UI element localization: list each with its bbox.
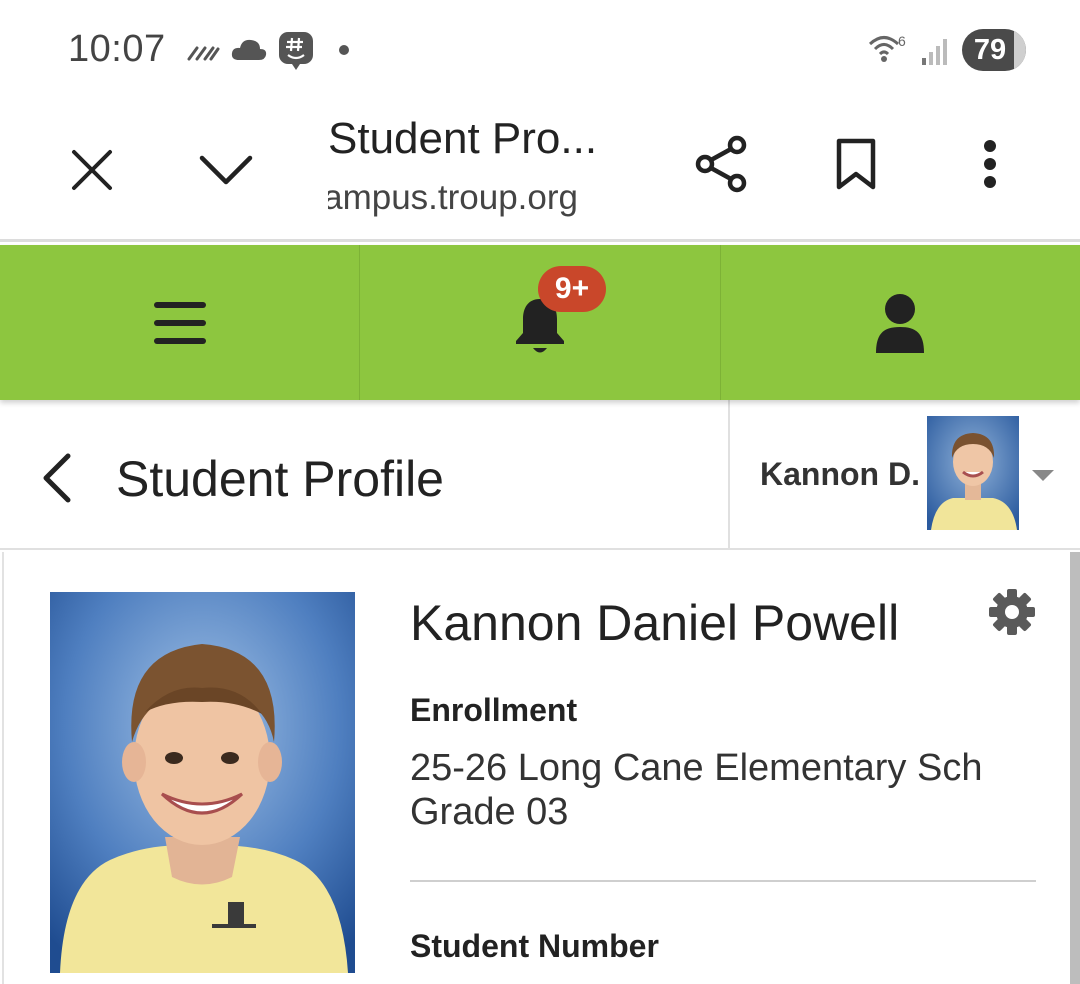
share-button[interactable] (690, 132, 754, 196)
more-options-button[interactable] (958, 132, 1022, 196)
selected-student-name: Kannon D. (760, 456, 920, 492)
share-icon (695, 135, 747, 193)
enrollment-grade: Grade 03 (410, 791, 569, 833)
bookmark-button[interactable] (824, 132, 888, 196)
student-selector[interactable]: Kannon D. (728, 400, 1080, 550)
page-tab-title: Student Pro... (328, 114, 598, 163)
account-button[interactable] (719, 245, 1080, 400)
gear-icon (989, 589, 1035, 635)
data-traffic-icon (187, 46, 220, 61)
cloud-icon (231, 39, 267, 60)
groupme-icon (279, 32, 313, 70)
chevron-down-icon (199, 155, 253, 185)
minimize-tab-button[interactable] (192, 138, 260, 202)
menu-icon (153, 301, 206, 344)
battery-level: 79 (973, 34, 1007, 66)
wifi-icon: 6 (868, 33, 906, 62)
bookmark-icon (836, 138, 876, 190)
section-divider (410, 880, 1036, 882)
battery-icon: 79 (962, 29, 1026, 71)
enrollment-school: 25-26 Long Cane Elementary Sch (410, 747, 983, 789)
status-time: 10:07 (68, 28, 166, 70)
menu-button[interactable] (0, 245, 359, 400)
notification-badge: 9+ (538, 266, 606, 312)
browser-toolbar: Student Pro... campus.troup.org (0, 100, 1080, 242)
page-header: Student Profile Kannon D. (0, 400, 1080, 550)
student-number-label: Student Number (410, 928, 659, 964)
student-profile-card: Kannon Daniel Powell Enrollment 25-26 Lo… (2, 552, 1072, 984)
close-icon (72, 150, 112, 190)
student-thumbnail (927, 416, 1019, 530)
close-tab-button[interactable] (60, 138, 124, 202)
signal-icon (922, 39, 947, 65)
profile-settings-button[interactable] (988, 588, 1036, 636)
chevron-left-icon (43, 453, 71, 503)
page-title: Student Profile (116, 451, 444, 507)
notifications-button[interactable] (359, 245, 719, 400)
student-photo (50, 592, 355, 973)
scrollbar[interactable] (1070, 552, 1080, 984)
more-vert-icon (984, 140, 996, 188)
enrollment-label: Enrollment (410, 692, 578, 728)
student-full-name: Kannon Daniel Powell (410, 595, 900, 651)
page-url: campus.troup.org (328, 178, 578, 217)
svg-text:6: 6 (898, 33, 906, 49)
app-navigation-bar (0, 245, 1080, 400)
user-icon (876, 293, 925, 353)
caret-down-icon (1032, 470, 1054, 481)
back-button[interactable] (36, 450, 82, 506)
status-bar: 10:07 6 79 (0, 0, 1080, 100)
dot-icon (339, 45, 349, 55)
